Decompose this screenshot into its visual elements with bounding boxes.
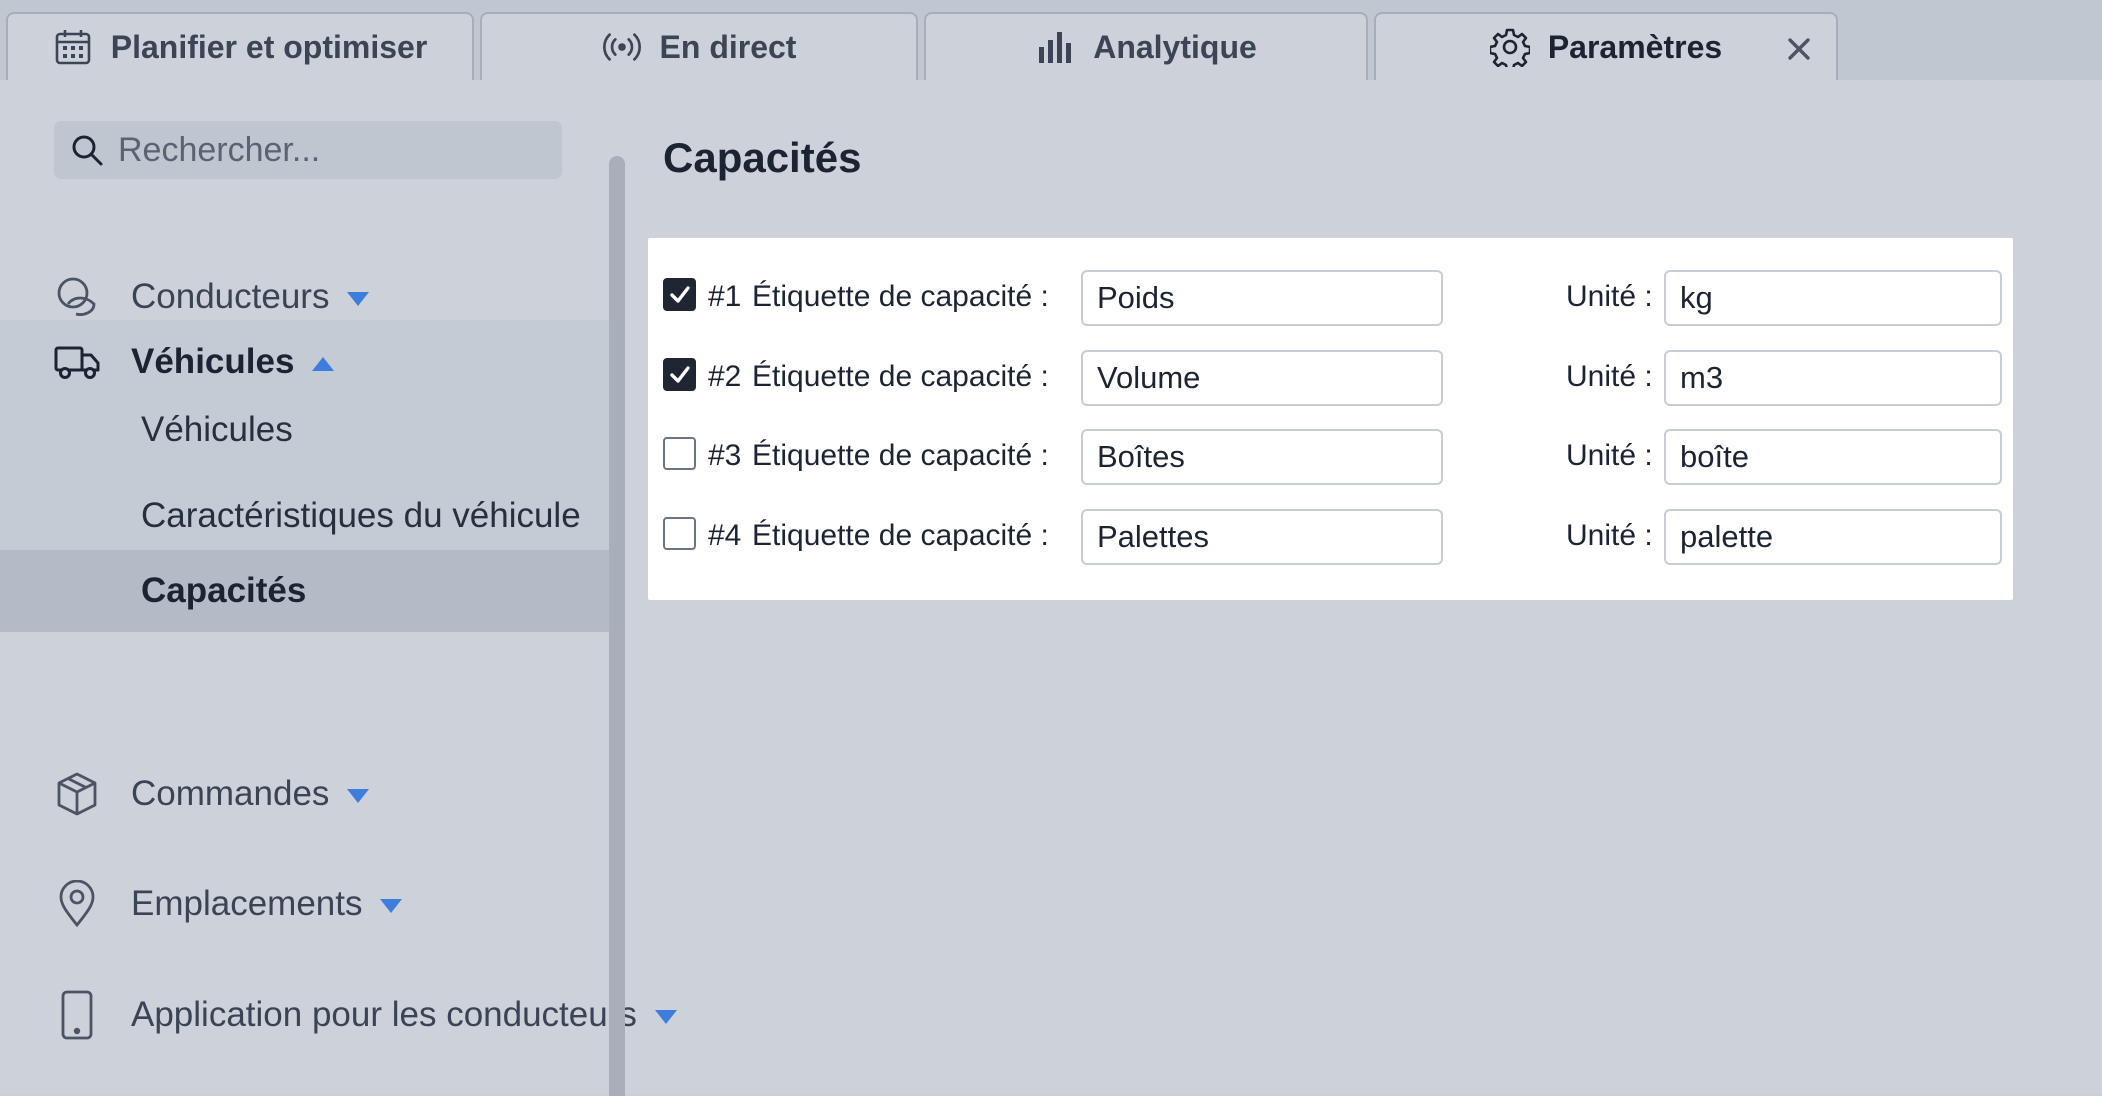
checkmark-icon: [669, 285, 690, 303]
bar-chart-icon: [1035, 27, 1075, 67]
tab-planifier[interactable]: Planifier et optimiser: [6, 12, 474, 80]
sidebar-item-label: Véhicules: [131, 342, 295, 381]
checkmark-icon: [669, 365, 690, 383]
tab-label: Planifier et optimiser: [110, 28, 428, 65]
tab-bar: Planifier et optimiser En direct Analyti…: [0, 0, 2102, 80]
sidebar-item-emplacements[interactable]: Emplacements: [0, 872, 612, 936]
truck-icon: [52, 337, 102, 387]
capacity-label: Étiquette de capacité :: [752, 439, 1049, 472]
sidebar-subitem-capacites[interactable]: Capacités: [0, 550, 612, 632]
calendar-icon: [53, 27, 93, 67]
unit-input[interactable]: [1664, 429, 2002, 485]
drivers-icon: [52, 272, 102, 322]
unit-input[interactable]: [1664, 270, 2002, 326]
content-area: Conducteurs Véhicules Véhicules Caractér…: [0, 80, 2102, 1096]
tab-label: Analytique: [1093, 28, 1257, 65]
capacity-checkbox[interactable]: [663, 358, 696, 391]
sidebar-item-label: Conducteurs: [131, 277, 330, 316]
capacity-number: #3: [708, 439, 742, 472]
capacity-number: #1: [708, 280, 742, 313]
sidebar-item-commandes[interactable]: Commandes: [0, 762, 612, 826]
sidebar-item-application[interactable]: Application pour les conducteurs: [0, 983, 677, 1047]
unit-input[interactable]: [1664, 509, 2002, 565]
capacities-panel: #1 Étiquette de capacité : Unité : #2 Ét…: [648, 238, 2013, 600]
sidebar-subitem-label: Caractéristiques du véhicule: [141, 496, 581, 535]
capacity-label-input[interactable]: [1081, 350, 1443, 406]
search-input[interactable]: [118, 130, 558, 170]
unit-label: Unité :: [1566, 280, 1653, 313]
sidebar-item-label: Emplacements: [131, 884, 363, 923]
capacity-label: Étiquette de capacité :: [752, 360, 1049, 393]
sidebar-subitem-label: Capacités: [141, 571, 307, 610]
capacity-label: Étiquette de capacité :: [752, 280, 1049, 313]
capacity-checkbox[interactable]: [663, 437, 696, 470]
sidebar-subitem-vehicules[interactable]: Véhicules: [0, 398, 612, 462]
sidebar: Conducteurs Véhicules Véhicules Caractér…: [0, 80, 677, 1094]
search-icon: [70, 133, 104, 167]
tab-label: En direct: [659, 28, 797, 65]
capacity-checkbox[interactable]: [663, 278, 696, 311]
sidebar-item-vehicules[interactable]: Véhicules: [0, 330, 612, 394]
smartphone-icon: [52, 990, 102, 1040]
broadcast-icon: [602, 27, 642, 67]
package-icon: [52, 769, 102, 819]
tab-analytique[interactable]: Analytique: [924, 12, 1368, 80]
location-pin-icon: [52, 879, 102, 929]
sidebar-item-label: Application pour les conducteurs: [131, 995, 637, 1034]
capacity-number: #4: [708, 519, 742, 552]
gear-icon: [1489, 27, 1530, 67]
capacity-label-input[interactable]: [1081, 429, 1443, 485]
capacity-label-input[interactable]: [1081, 509, 1443, 565]
capacity-row: #1 Étiquette de capacité : Unité :: [648, 270, 2013, 328]
sidebar-item-label: Commandes: [131, 774, 330, 813]
sidebar-scrollbar[interactable]: [609, 156, 625, 1096]
unit-label: Unité :: [1566, 360, 1653, 393]
chevron-down-icon: [347, 788, 370, 803]
capacity-row: #3 Étiquette de capacité : Unité :: [648, 429, 2013, 487]
page-title: Capacités: [663, 134, 862, 181]
search-box[interactable]: [54, 121, 562, 179]
close-icon[interactable]: [1782, 32, 1816, 66]
main-content: Capacités #1 Étiquette de capacité : Uni…: [625, 80, 2102, 1094]
unit-label: Unité :: [1566, 519, 1653, 552]
capacity-row: #2 Étiquette de capacité : Unité :: [648, 350, 2013, 408]
capacity-number: #2: [708, 360, 742, 393]
tab-parametres[interactable]: Paramètres: [1374, 12, 1838, 80]
capacity-label-input[interactable]: [1081, 270, 1443, 326]
tab-en-direct[interactable]: En direct: [480, 12, 918, 80]
sidebar-subitem-label: Véhicules: [141, 410, 293, 449]
tab-label: Paramètres: [1547, 28, 1723, 65]
capacity-label: Étiquette de capacité :: [752, 519, 1049, 552]
chevron-down-icon: [380, 898, 403, 913]
chevron-down-icon: [347, 291, 370, 306]
sidebar-subitem-caracteristiques[interactable]: Caractéristiques du véhicule: [0, 484, 612, 548]
capacity-row: #4 Étiquette de capacité : Unité :: [648, 509, 2013, 567]
chevron-up-icon: [312, 356, 335, 371]
unit-input[interactable]: [1664, 350, 2002, 406]
unit-label: Unité :: [1566, 439, 1653, 472]
capacity-checkbox[interactable]: [663, 517, 696, 550]
sidebar-group-vehicules: Véhicules Véhicules Caractéristiques du …: [0, 320, 612, 632]
